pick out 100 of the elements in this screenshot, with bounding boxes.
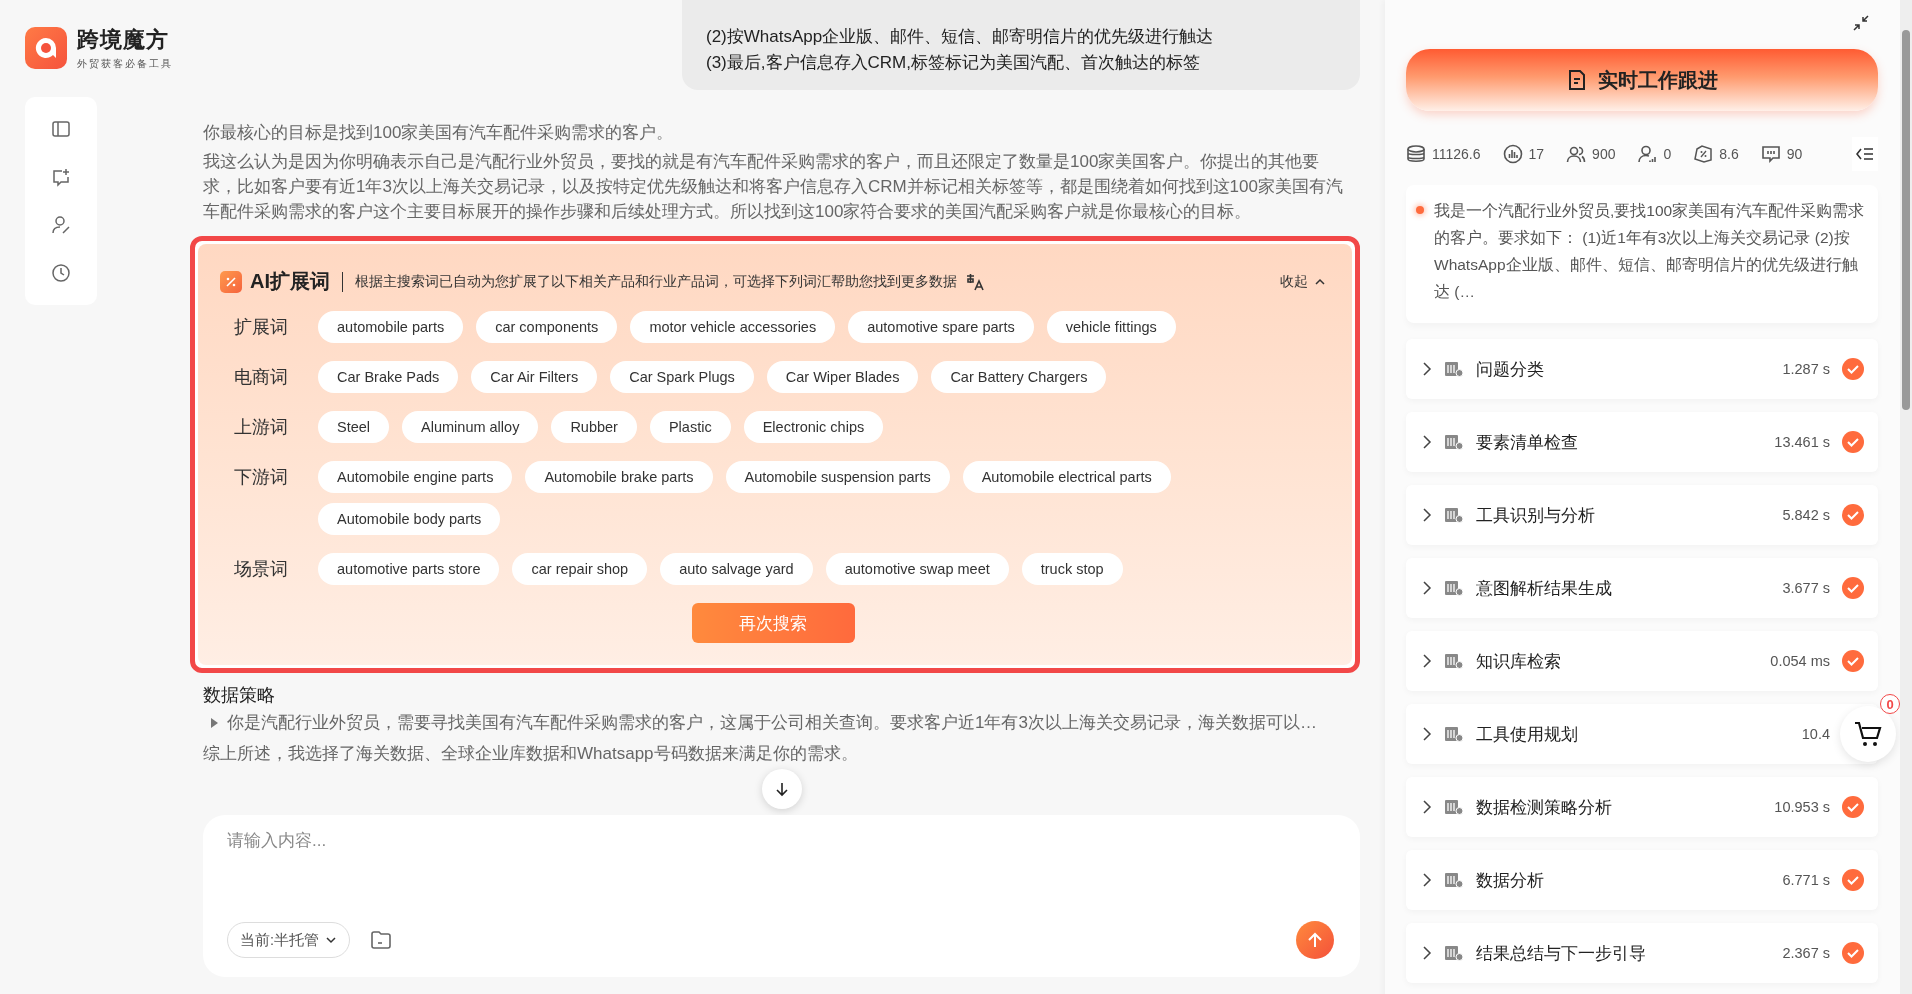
keyword-chip[interactable]: Aluminum alloy (402, 411, 539, 443)
step-row[interactable]: 数据检测策略分析 10.953 s (1406, 777, 1878, 837)
keyword-chip[interactable]: car components (476, 311, 618, 343)
keyword-chip[interactable]: Electronic chips (743, 411, 884, 443)
new-chat-icon[interactable] (51, 167, 71, 187)
keyword-chip[interactable]: Automobile electrical parts (962, 461, 1171, 493)
tool-icon (1444, 433, 1464, 451)
chevron-icon (1422, 362, 1432, 376)
panel-toggle-icon[interactable] (51, 119, 71, 139)
keyword-chip[interactable]: Car Battery Chargers (931, 361, 1107, 393)
stat-value: 11126.6 (1432, 146, 1481, 162)
step-time: 10.4 (1801, 726, 1830, 742)
task-description: 我是一个汽配行业外贸员,要找100家美国有汽车配件采购需求的客户。要求如下： (1)近1年有3次以上海关交易记录 (2)按WhatsApp企业版、邮件、短信、邮寄明信片的优先级进行触达 (… (1434, 202, 1865, 300)
step-name: 知识库检索 (1476, 650, 1562, 673)
keyword-chip[interactable]: Automobile suspension parts (725, 461, 950, 493)
keyword-chip[interactable]: automotive parts store (318, 553, 500, 585)
step-time: 0.054 ms (1770, 653, 1830, 669)
keyword-chip[interactable]: automobile parts (318, 311, 464, 343)
step-name: 工具使用规划 (1476, 723, 1579, 746)
chevron-icon (1422, 435, 1432, 449)
step-time: 2.367 s (1782, 945, 1830, 961)
history-icon[interactable] (51, 263, 71, 283)
keyword-chip[interactable]: auto salvage yard (660, 553, 813, 585)
caret-icon[interactable] (209, 717, 219, 729)
step-name: 数据检测策略分析 (1476, 796, 1613, 819)
message-input[interactable]: 请输入内容... (227, 831, 1334, 851)
tool-icon (1444, 871, 1464, 889)
step-row[interactable]: 问题分类 1.287 s (1406, 339, 1878, 399)
percent-icon (220, 270, 242, 293)
chevron-icon (1422, 727, 1432, 741)
collapse-button[interactable]: 收起 (1280, 272, 1326, 291)
logo-icon (25, 27, 67, 69)
chevron-icon (1422, 508, 1432, 522)
keyword-chip[interactable]: Car Air Filters (471, 361, 598, 393)
step-row[interactable]: 意图解析结果生成 3.677 s (1406, 558, 1878, 618)
step-row[interactable]: 工具使用规划 10.4 (1406, 704, 1878, 764)
step-row[interactable]: 数据分析 6.771 s (1406, 850, 1878, 910)
step-row[interactable]: 知识库检索 0.054 ms (1406, 631, 1878, 691)
stat-value: 900 (1592, 146, 1616, 162)
group-label: 上游词 (233, 416, 289, 439)
folder-icon[interactable] (370, 930, 393, 950)
keyword-chip[interactable]: Automobile engine parts (318, 461, 513, 493)
scroll-down-button[interactable] (761, 769, 802, 809)
bar-chart-icon (1502, 144, 1523, 164)
step-row[interactable]: 要素清单检查 13.461 s (1406, 412, 1878, 472)
chevron-icon (325, 934, 338, 946)
step-name: 数据分析 (1476, 869, 1545, 892)
keyword-chip[interactable]: Plastic (649, 411, 731, 443)
tool-icon (1444, 725, 1464, 743)
user-edit-icon[interactable] (51, 215, 71, 235)
section-title: 数据策略 (203, 684, 276, 707)
user-signal-icon (1637, 144, 1658, 164)
tool-icon (1444, 652, 1464, 670)
mode-dropdown[interactable]: 当前:半托管 (227, 922, 351, 958)
user-message: (2)按WhatsApp企业版、邮件、短信、邮寄明信片的优先级进行触达 (3)最后,客户信息存入CRM,标签标记为美国汽配、首次触达的标签 (682, 0, 1360, 90)
list-collapse-icon[interactable] (1852, 137, 1878, 171)
step-time: 10.953 s (1774, 799, 1830, 815)
keyword-chip[interactable]: automotive swap meet (825, 553, 1009, 585)
users-icon (1566, 144, 1587, 164)
strategy-summary: 你是汽配行业外贸员，需要寻找美国有汽车配件采购需求的客户，这属于公司相关查询。要求客户近1年有3次以上海关交易记录，海关数据可以… (227, 712, 1317, 734)
arrow-up-icon (1306, 931, 1324, 949)
step-time: 13.461 s (1774, 434, 1830, 450)
scrollbar-thumb[interactable] (1902, 30, 1910, 410)
stat-value: 0 (1663, 146, 1672, 162)
keyword-chip[interactable]: Car Brake Pads (318, 361, 459, 393)
step-row[interactable]: 工具识别与分析 5.842 s (1406, 485, 1878, 545)
step-name: 问题分类 (1476, 358, 1545, 381)
keyword-chip[interactable]: vehicle fittings (1046, 311, 1176, 343)
send-button[interactable] (1296, 921, 1334, 959)
stat-value: 90 (1786, 146, 1803, 162)
step-time: 6.771 s (1782, 872, 1830, 888)
keyword-chip[interactable]: Automobile brake parts (525, 461, 713, 493)
panel-description: 根据主搜索词已自动为您扩展了以下相关产品和行业产品词，可选择下列词汇帮助您找到更多数据 (355, 272, 957, 291)
stat-value: 8.6 (1719, 146, 1739, 162)
keyword-chip[interactable]: Automobile body parts (318, 503, 501, 535)
document-icon (1566, 69, 1588, 91)
discount-tag-icon (1693, 144, 1714, 164)
keyword-chip[interactable]: car repair shop (512, 553, 648, 585)
group-label: 场景词 (233, 558, 289, 581)
strategy-conclusion: 综上所述，我选择了海关数据、全球企业库数据和Whatsapp号码数据来满足你的需求。 (203, 743, 859, 765)
keyword-chip[interactable]: motor vehicle accessories (630, 311, 836, 343)
tool-icon (1444, 579, 1464, 597)
group-label: 电商词 (233, 366, 289, 389)
panel-title: AI扩展词 (250, 269, 330, 294)
tool-icon (1444, 506, 1464, 524)
keyword-chip[interactable]: Steel (318, 411, 390, 443)
chevron-icon (1422, 654, 1432, 668)
keyword-chip[interactable]: truck stop (1021, 553, 1123, 585)
keyword-chip[interactable]: Car Wiper Blades (766, 361, 919, 393)
step-name: 工具识别与分析 (1476, 504, 1596, 527)
step-time: 1.287 s (1782, 361, 1830, 377)
work-tracking-button[interactable]: 实时工作跟进 (1406, 49, 1878, 111)
step-row[interactable]: 结果总结与下一步引导 2.367 s (1406, 923, 1878, 983)
keyword-chip[interactable]: Car Spark Plugs (610, 361, 754, 393)
step-name: 意图解析结果生成 (1476, 577, 1613, 600)
keyword-chip[interactable]: Rubber (551, 411, 637, 443)
translate-icon[interactable] (965, 271, 985, 292)
tool-icon (1444, 798, 1464, 816)
keyword-chip[interactable]: automotive spare parts (848, 311, 1034, 343)
chevron-icon (1422, 946, 1432, 960)
